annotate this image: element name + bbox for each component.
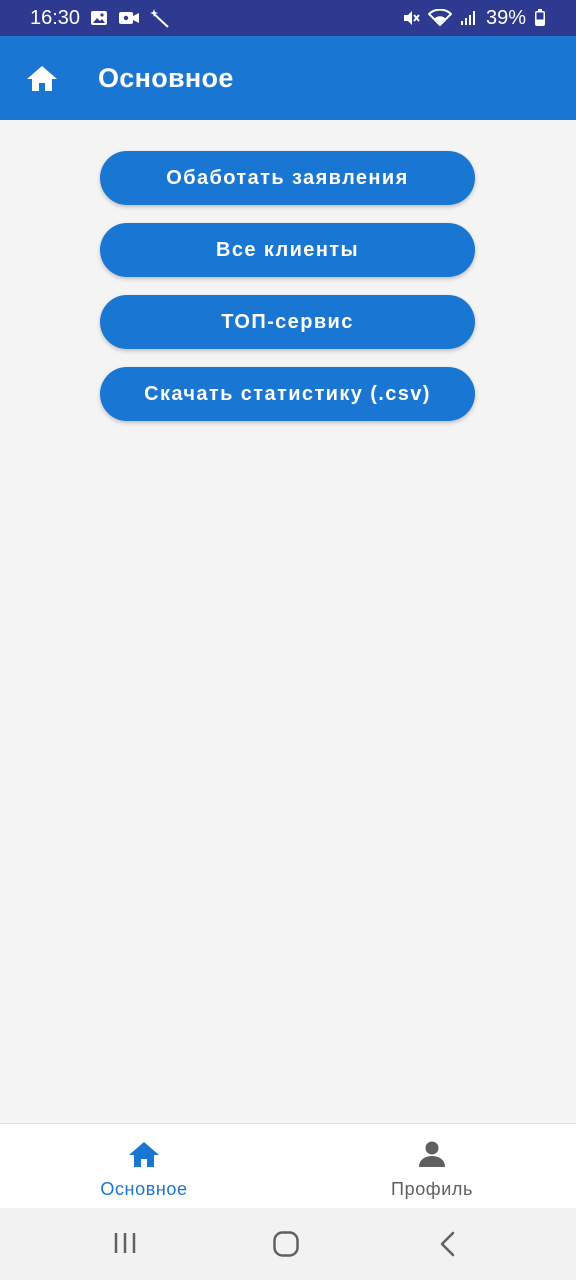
status-right: 39%	[402, 7, 546, 30]
nav-item-main[interactable]: Основное	[0, 1124, 288, 1208]
recent-apps-icon[interactable]	[112, 1230, 138, 1261]
app-bar: Основное	[0, 36, 576, 120]
home-icon	[128, 1140, 160, 1173]
nav-item-label: Профиль	[391, 1179, 473, 1199]
gallery-notification-icon	[90, 9, 108, 27]
status-bar: 16:30 39%	[0, 0, 576, 36]
battery-percent: 39%	[485, 6, 526, 29]
nav-item-label: Основное	[100, 1179, 188, 1199]
mute-icon	[402, 9, 420, 27]
back-icon[interactable]	[436, 1230, 460, 1263]
person-icon	[418, 1140, 446, 1173]
page-title: Основное	[98, 62, 234, 93]
battery-icon	[534, 9, 546, 27]
process-applications-button[interactable]: Обаботать заявления	[100, 151, 475, 205]
all-clients-button[interactable]: Все клиенты	[100, 223, 475, 277]
bottom-navigation: Основное Профиль	[0, 1123, 576, 1208]
action-list: Обаботать заявления Все клиенты ТОП-серв…	[100, 151, 475, 421]
system-navigation-bar	[0, 1208, 576, 1280]
download-stats-button[interactable]: Скачать статистику (.csv)	[100, 367, 475, 421]
signal-icon	[460, 10, 478, 26]
top-service-button[interactable]: ТОП-сервис	[100, 295, 475, 349]
wifi-icon	[427, 9, 452, 27]
home-button-icon[interactable]	[272, 1230, 300, 1263]
status-time: 16:30	[30, 6, 81, 29]
video-notification-icon	[118, 10, 140, 26]
nav-item-profile[interactable]: Профиль	[288, 1124, 576, 1208]
magic-wand-notification-icon	[150, 8, 170, 28]
home-icon[interactable]	[26, 64, 58, 97]
status-left: 16:30	[30, 7, 170, 30]
